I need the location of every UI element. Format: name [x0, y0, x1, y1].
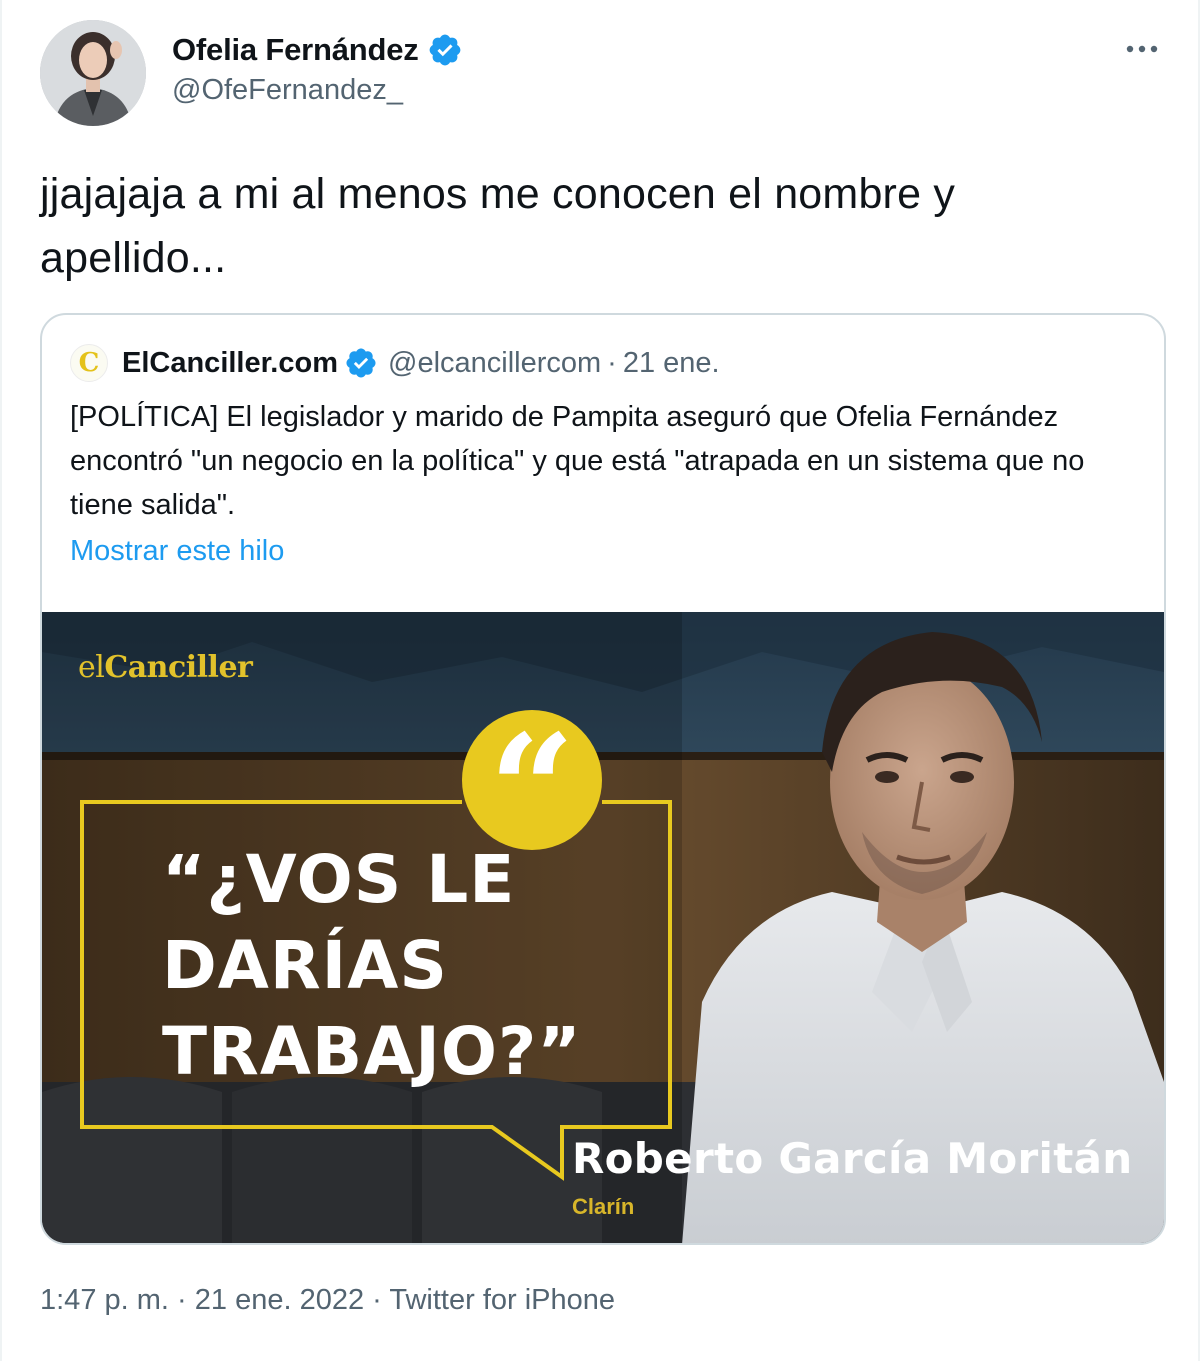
- tweet-date[interactable]: 21 ene. 2022: [195, 1284, 364, 1316]
- verified-badge-icon: [346, 348, 376, 378]
- tweet-metadata: 1:47 p. m. · 21 ene. 2022 · Twitter for …: [40, 1284, 615, 1317]
- tweet-time[interactable]: 1:47 p. m.: [40, 1284, 169, 1316]
- dot-separator: ·: [372, 1284, 382, 1316]
- image-source-label: Clarín: [572, 1194, 635, 1219]
- author-handle[interactable]: @OfeFernandez_: [172, 74, 403, 107]
- tweet-client-link[interactable]: Twitter for iPhone: [389, 1284, 615, 1316]
- tweet-text: jjajajaja a mi al menos me conocen el no…: [40, 170, 956, 282]
- author-display-name[interactable]: Ofelia Fernández: [172, 32, 419, 68]
- dot-separator: ·: [607, 346, 617, 379]
- author-avatar[interactable]: [40, 20, 146, 126]
- quoted-tweet-date[interactable]: 21 ene.: [623, 347, 720, 380]
- elcanciller-logo: elCanciller: [78, 650, 253, 685]
- verified-badge-icon: [429, 34, 460, 66]
- show-thread-link[interactable]: Mostrar este hilo: [70, 535, 284, 568]
- quoted-author-name[interactable]: ElCanciller.com: [122, 347, 338, 380]
- quoted-tweet-header: C ElCanciller.com @elcancillercom · 21 e…: [70, 343, 720, 383]
- quoted-author-handle[interactable]: @elcancillercom: [388, 347, 601, 380]
- more-options-button[interactable]: [1122, 34, 1162, 64]
- author-name-row[interactable]: Ofelia Fernández: [172, 28, 463, 72]
- tweet-detail: Ofelia Fernández @OfeFernandez_ jjajajaj…: [0, 0, 1200, 1361]
- quoted-tweet-text: [POLÍTICA] El legislador y marido de Pam…: [70, 401, 1085, 521]
- image-person-name: Roberto García Moritán: [572, 1134, 1133, 1183]
- image-headline: “¿VOS LE DARÍAS TRABAJO?”: [162, 841, 582, 1090]
- quoted-author-avatar[interactable]: C: [70, 344, 108, 382]
- quoted-tweet-card[interactable]: C ElCanciller.com @elcancillercom · 21 e…: [40, 313, 1166, 1245]
- dot-separator: ·: [177, 1284, 187, 1316]
- more-dots-icon: [1126, 45, 1158, 53]
- quoted-tweet-image[interactable]: “ elCanciller “¿VOS LE DARÍAS TRABAJO?” …: [42, 612, 1164, 1243]
